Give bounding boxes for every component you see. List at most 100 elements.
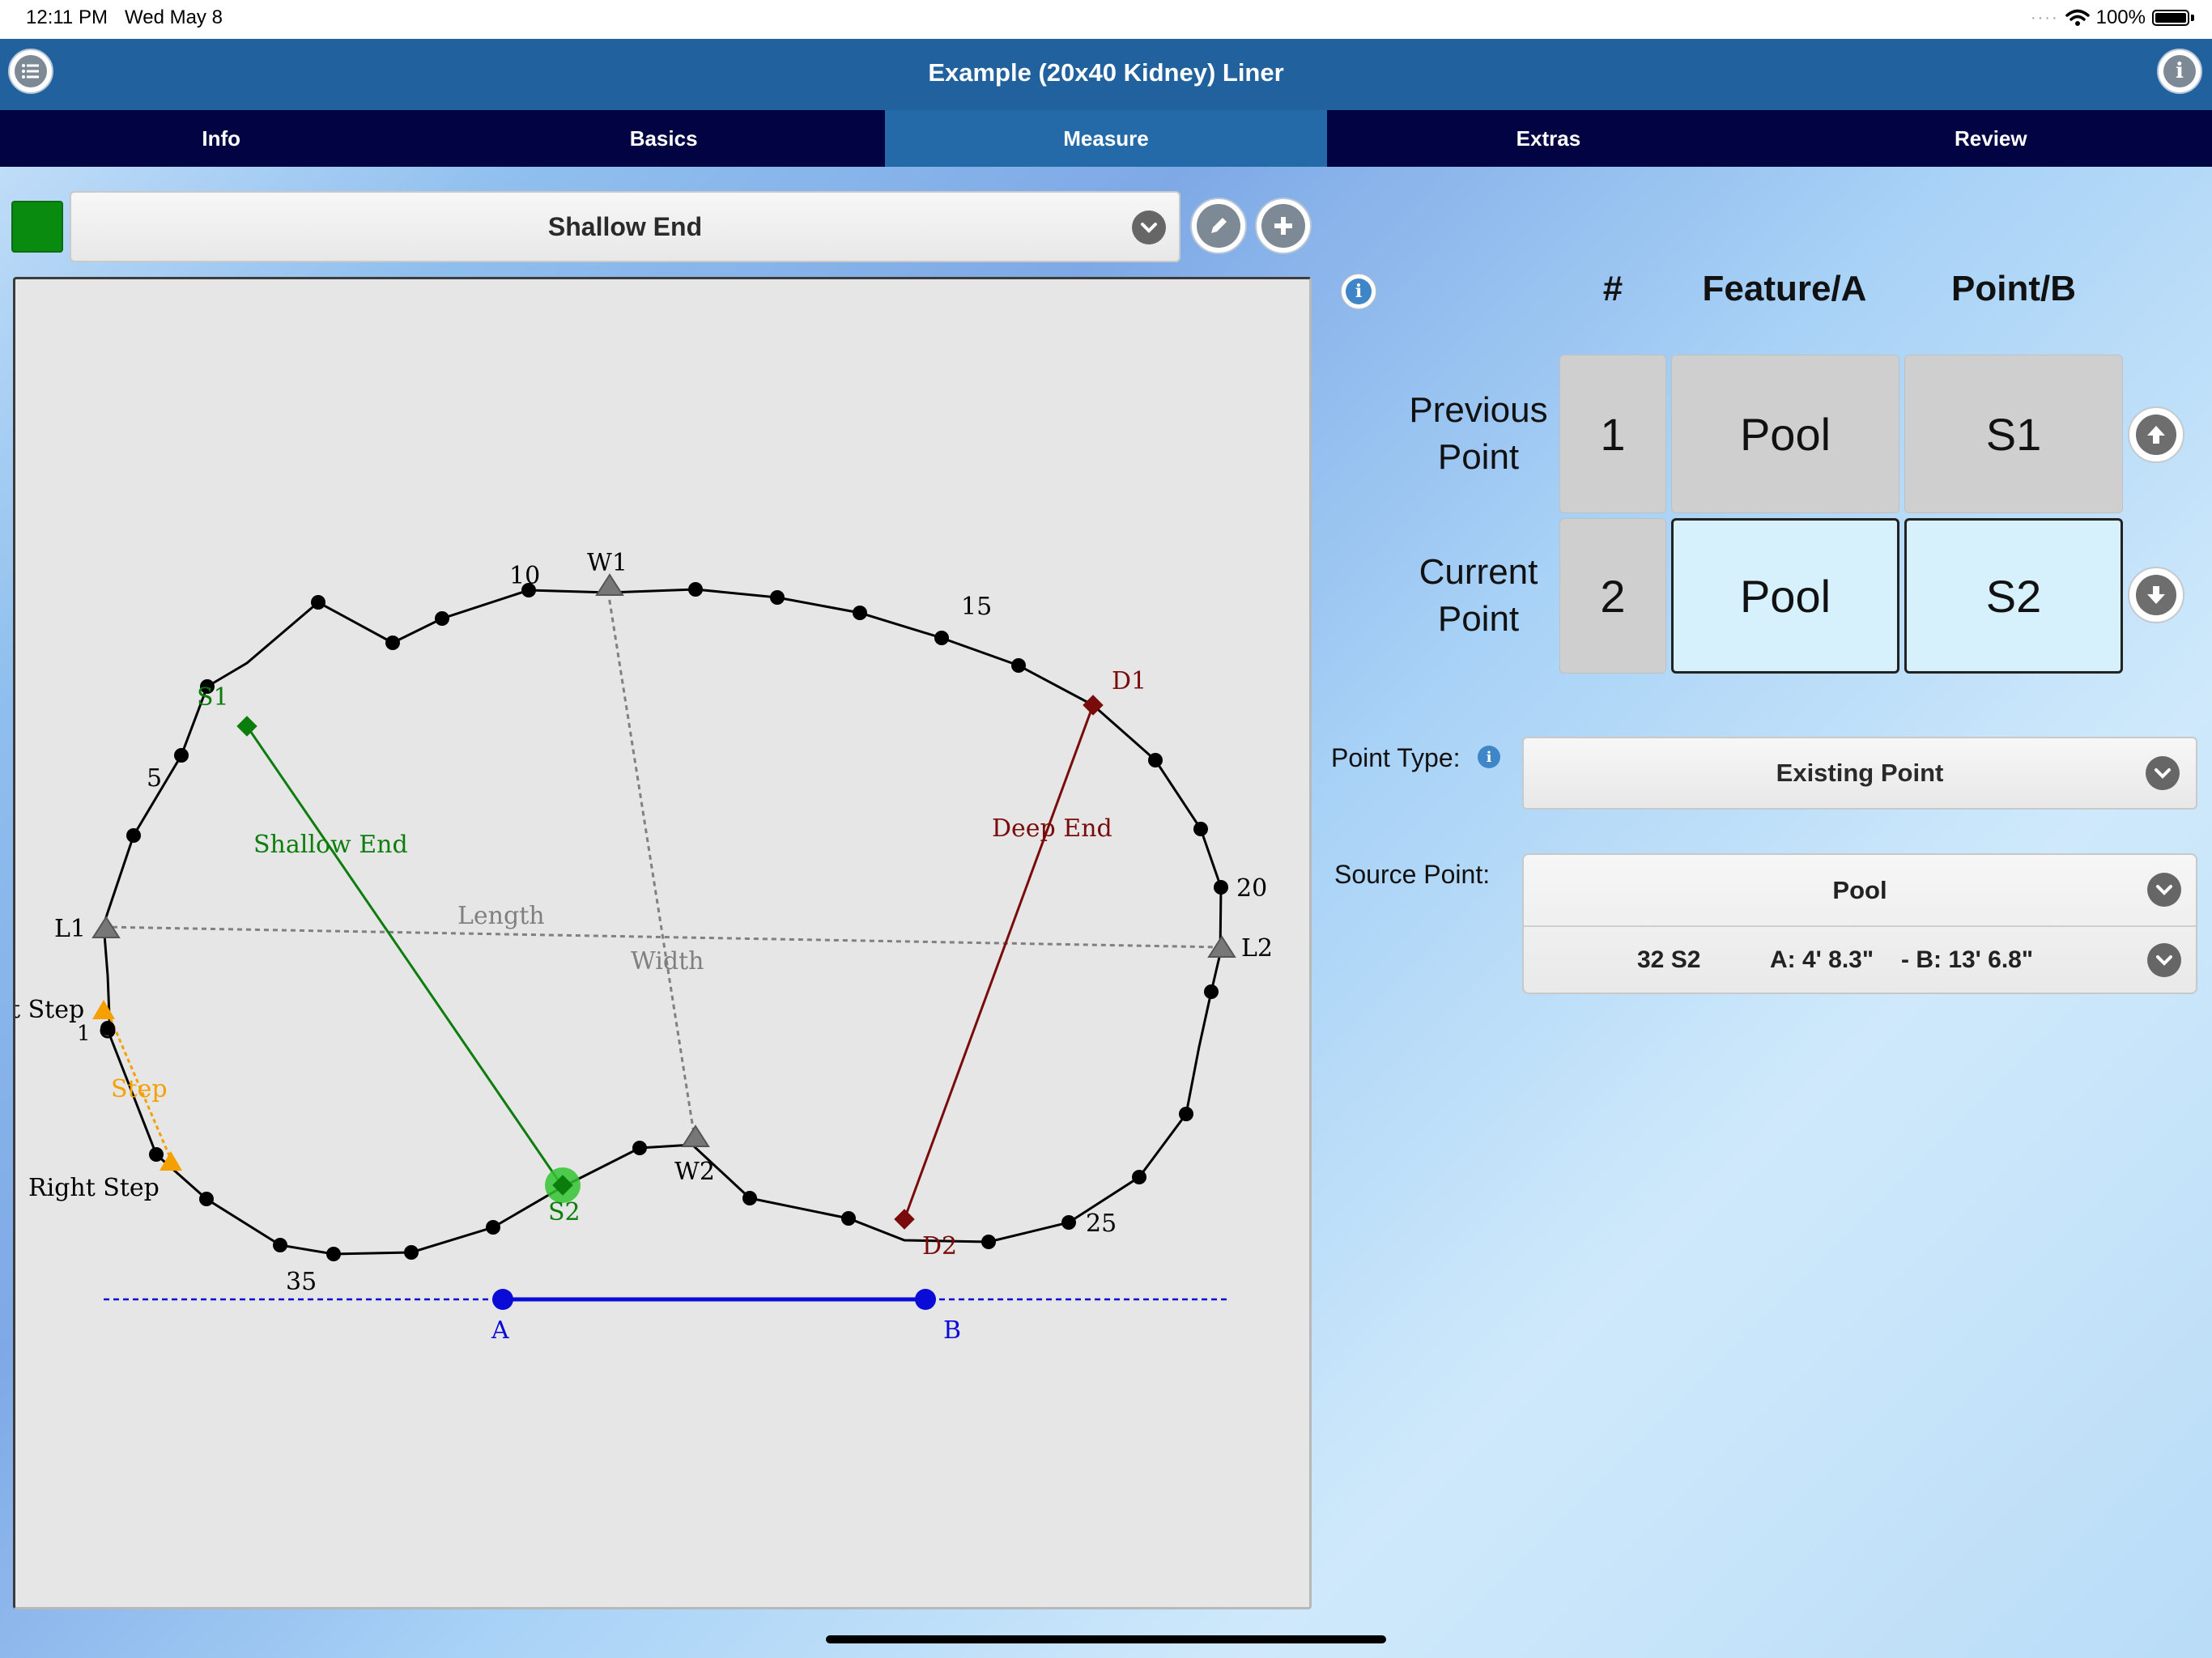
table-info-button[interactable]: i bbox=[1341, 274, 1376, 309]
label-length: Length bbox=[457, 902, 545, 930]
home-indicator[interactable] bbox=[826, 1635, 1386, 1643]
point-a-marker[interactable] bbox=[492, 1289, 513, 1310]
label-20: 20 bbox=[1236, 874, 1267, 903]
label-a: A bbox=[491, 1316, 509, 1345]
status-right: ···· 100% bbox=[2031, 6, 2194, 29]
source-point-a: A: 4' 8.3" bbox=[1770, 946, 1874, 973]
source-point-dropdown[interactable]: Pool bbox=[1524, 855, 2196, 925]
status-date: Wed May 8 bbox=[125, 6, 223, 28]
status-time: 12:11 PM bbox=[26, 6, 108, 28]
point-b-marker[interactable] bbox=[915, 1289, 936, 1310]
w1-marker[interactable] bbox=[595, 573, 624, 596]
s1-marker[interactable] bbox=[236, 716, 257, 737]
info-icon: i bbox=[1346, 278, 1372, 304]
wifi-icon bbox=[2065, 9, 2090, 26]
previous-point-label: Previous Point bbox=[1393, 387, 1564, 481]
feature-dropdown[interactable]: Shallow End bbox=[70, 191, 1180, 262]
current-label-line1: Current bbox=[1419, 552, 1538, 592]
chevron-down-icon bbox=[1132, 210, 1166, 244]
label-step: Step bbox=[111, 1075, 168, 1103]
previous-label-line1: Previous bbox=[1409, 390, 1548, 430]
point-type-value: Existing Point bbox=[1776, 759, 1944, 787]
label-15: 15 bbox=[961, 593, 992, 621]
battery-icon bbox=[2152, 10, 2189, 26]
tab-bar: Info Basics Measure Extras Review bbox=[0, 110, 2212, 167]
header-feature: Feature/A bbox=[1702, 269, 1867, 308]
tab-review[interactable]: Review bbox=[1770, 110, 2212, 167]
current-feature-cell[interactable]: Pool bbox=[1671, 518, 1899, 674]
current-number-cell: 2 bbox=[1559, 518, 1666, 674]
page-title: Example (20x40 Kidney) Liner bbox=[928, 58, 1284, 87]
tab-measure[interactable]: Measure bbox=[884, 110, 1328, 167]
point-type-dropdown[interactable]: Existing Point bbox=[1522, 737, 2197, 810]
previous-label-line2: Point bbox=[1437, 437, 1520, 477]
current-label-line2: Point bbox=[1437, 599, 1520, 639]
label-width: Width bbox=[631, 947, 704, 976]
label-25: 25 bbox=[1086, 1209, 1117, 1238]
source-point-box: Pool 32 S2 A: 4' 8.3" - B: 13' 6.8" bbox=[1522, 853, 2197, 994]
label-b: B bbox=[943, 1316, 961, 1345]
label-deep-end: Deep End bbox=[992, 814, 1112, 843]
width-line bbox=[606, 590, 697, 1145]
label-right-step: Right Step bbox=[28, 1174, 160, 1202]
label-1: 1 bbox=[77, 1022, 91, 1046]
edit-feature-button[interactable] bbox=[1190, 198, 1247, 254]
label-d1: D1 bbox=[1112, 667, 1146, 695]
info-icon: i bbox=[2163, 55, 2196, 87]
label-w2: W2 bbox=[674, 1158, 715, 1186]
shallow-end-line bbox=[245, 725, 564, 1188]
step-top-marker[interactable] bbox=[92, 1000, 115, 1019]
current-point-label: Current Point bbox=[1393, 549, 1564, 643]
pencil-icon bbox=[1197, 204, 1240, 248]
d2-marker[interactable] bbox=[894, 1209, 915, 1230]
label-shallow-end: Shallow End bbox=[253, 831, 408, 859]
header-number: # bbox=[1602, 269, 1623, 308]
feature-dropdown-value: Shallow End bbox=[547, 211, 703, 241]
source-point-b: - B: 13' 6.8" bbox=[1901, 946, 2034, 973]
label-left-step: t Step bbox=[15, 996, 84, 1024]
pool-outline bbox=[102, 588, 1223, 1256]
previous-number-cell: 1 bbox=[1559, 355, 1666, 513]
chevron-down-icon bbox=[2147, 873, 2181, 907]
label-10: 10 bbox=[509, 562, 540, 590]
label-w1: W1 bbox=[587, 549, 627, 577]
point-type-label: Point Type: bbox=[1331, 743, 1461, 772]
next-point-button[interactable] bbox=[2128, 567, 2184, 623]
current-point-cell[interactable]: S2 bbox=[1904, 518, 2123, 674]
feature-color-swatch[interactable] bbox=[11, 201, 63, 253]
chevron-down-icon bbox=[2146, 756, 2180, 790]
label-s1: S1 bbox=[197, 683, 229, 712]
info-button[interactable]: i bbox=[2157, 49, 2202, 94]
pool-drawing[interactable]: 10 15 5 20 25 35 1 W1 W2 L1 L2 S1 S2 D1 … bbox=[15, 279, 1312, 1609]
label-l2: L2 bbox=[1241, 934, 1273, 963]
source-point-id: 32 S2 bbox=[1637, 946, 1701, 973]
label-35: 35 bbox=[286, 1268, 317, 1296]
arrow-up-icon bbox=[2136, 414, 2176, 455]
tab-basics[interactable]: Basics bbox=[442, 110, 884, 167]
battery-tip bbox=[2191, 15, 2194, 21]
label-s2: S2 bbox=[548, 1198, 581, 1226]
source-point-label: Source Point: bbox=[1334, 860, 1491, 889]
label-l1: L1 bbox=[54, 915, 86, 943]
point-type-info-button[interactable]: i bbox=[1475, 743, 1503, 771]
label-5: 5 bbox=[147, 764, 162, 793]
previous-point-cell[interactable]: S1 bbox=[1904, 355, 2123, 513]
info-icon: i bbox=[1478, 746, 1500, 768]
source-point-detail-dropdown[interactable]: 32 S2 A: 4' 8.3" - B: 13' 6.8" bbox=[1524, 927, 2196, 996]
pool-drawing-canvas[interactable]: 10 15 5 20 25 35 1 W1 W2 L1 L2 S1 S2 D1 … bbox=[13, 277, 1312, 1609]
tab-extras[interactable]: Extras bbox=[1327, 110, 1769, 167]
previous-point-button[interactable] bbox=[2128, 406, 2184, 463]
chevron-down-icon bbox=[2147, 943, 2181, 977]
w2-marker[interactable] bbox=[681, 1124, 710, 1147]
arrow-down-icon bbox=[2136, 575, 2176, 615]
battery-percent: 100% bbox=[2095, 6, 2146, 28]
plus-icon bbox=[1261, 204, 1305, 248]
status-bar: 12:11 PM Wed May 8 ···· 100% bbox=[0, 0, 2212, 39]
l2-marker[interactable] bbox=[1207, 935, 1236, 958]
label-d2: D2 bbox=[922, 1232, 957, 1261]
tab-info[interactable]: Info bbox=[0, 110, 442, 167]
source-point-value: Pool bbox=[1832, 875, 1887, 904]
add-feature-button[interactable] bbox=[1255, 198, 1312, 254]
signal-dots-icon: ···· bbox=[2030, 8, 2059, 27]
previous-feature-cell[interactable]: Pool bbox=[1671, 355, 1899, 513]
